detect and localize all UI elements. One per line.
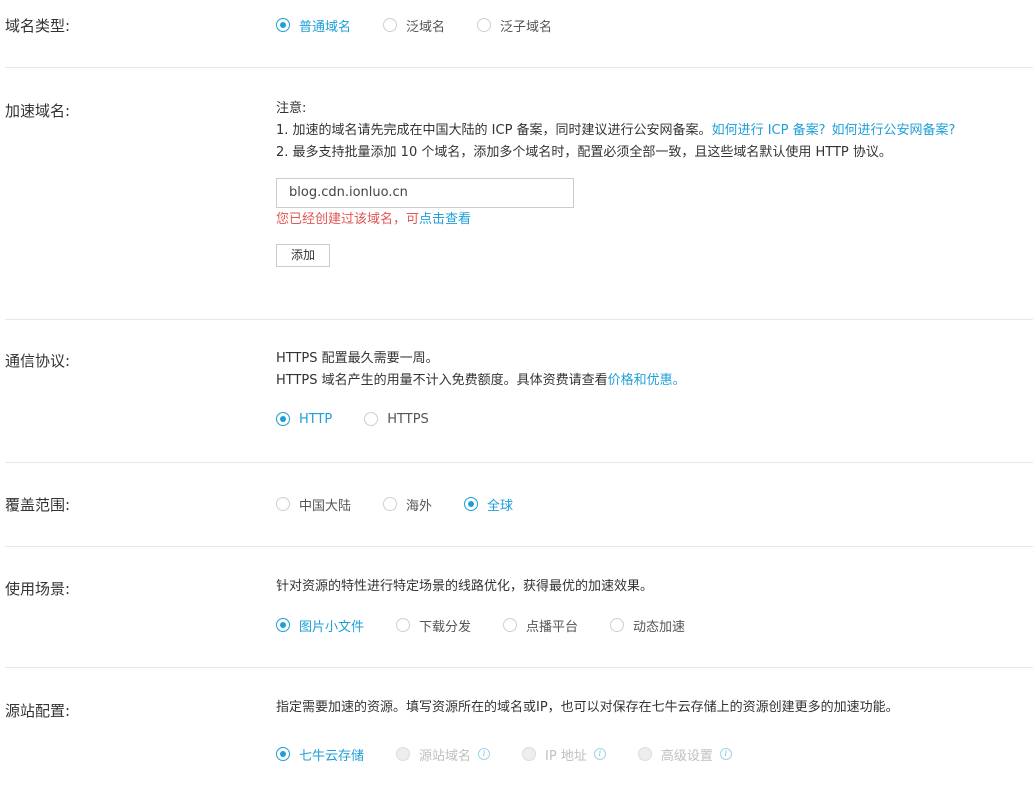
note-line-2: 2. 最多支持批量添加 10 个域名，添加多个域名时，配置必须全部一致，且这些域… (276, 145, 892, 160)
origin-label: 源站配置: (5, 702, 71, 720)
radio-qiniu-storage[interactable]: 七牛云存储 (276, 745, 364, 764)
radio-label: 源站域名 (419, 748, 472, 764)
radio-unchecked-icon (383, 18, 398, 32)
radio-disabled-icon (637, 747, 652, 761)
radio-label: 泛子域名 (500, 19, 553, 35)
domain-type-radio-group: 普通域名 泛域名 泛子域名 (276, 14, 1033, 36)
police-help-link[interactable]: 如何进行公安网备案? (831, 123, 955, 138)
radio-advanced-settings[interactable]: 高级设置 i (637, 745, 732, 764)
domain-type-label: 域名类型: (5, 17, 71, 35)
origin-description: 指定需要加速的资源。填写资源所在的域名或IP，也可以对保存在七牛云存储上的资源创… (276, 700, 899, 715)
radio-checked-icon (276, 412, 290, 426)
radio-wildcard-subdomain[interactable]: 泛子域名 (477, 16, 552, 35)
radio-http[interactable]: HTTP (276, 412, 332, 427)
protocol-radio-group: HTTP HTTPS (276, 408, 1033, 430)
accel-domain-section: 注意: 1. 加速的域名请先完成在中国大陆的 ICP 备案，同时建议进行公安网备… (276, 98, 1033, 267)
error-text: 您已经创建过该域名，可 (276, 212, 420, 227)
protocol-text: HTTPS 域名产生的用量不计入免费额度。具体资费请查看 (276, 373, 608, 388)
radio-unchecked-icon (383, 497, 398, 511)
radio-mainland-china[interactable]: 中国大陆 (276, 495, 351, 514)
domain-error-message: 您已经创建过该域名，可点击查看 (276, 209, 1033, 231)
origin-radio-group: 七牛云存储 源站域名 i IP 地址 i 高级设置 i (276, 743, 1033, 765)
radio-https[interactable]: HTTPS (364, 412, 429, 427)
radio-ip-address[interactable]: IP 地址 i (522, 745, 606, 764)
view-existing-link[interactable]: 点击查看 (419, 212, 471, 227)
radio-normal-domain[interactable]: 普通域名 (276, 16, 351, 35)
scenario-description: 针对资源的特性进行特定场景的线路优化，获得最优的加速效果。 (276, 579, 654, 594)
radio-label: HTTPS (387, 411, 429, 427)
domain-input[interactable]: blog.cdn.ionluo.cn (276, 178, 574, 208)
radio-vod[interactable]: 点播平台 (503, 616, 578, 635)
radio-wildcard-domain[interactable]: 泛域名 (383, 16, 445, 35)
note-text: 1. 加速的域名请先完成在中国大陆的 ICP 备案，同时建议进行公安网备案。 (276, 123, 712, 138)
radio-dynamic[interactable]: 动态加速 (610, 616, 685, 635)
radio-global[interactable]: 全球 (464, 495, 513, 514)
radio-download[interactable]: 下载分发 (396, 616, 471, 635)
radio-label: 海外 (406, 498, 433, 514)
note-line-1: 1. 加速的域名请先完成在中国大陆的 ICP 备案，同时建议进行公安网备案。如何… (276, 120, 1033, 142)
protocol-label: 通信协议: (5, 352, 71, 370)
icp-help-link[interactable]: 如何进行 ICP 备案? (712, 123, 826, 138)
radio-checked-icon (276, 618, 290, 632)
radio-checked-icon (276, 747, 290, 761)
radio-label: 中国大陆 (299, 498, 352, 514)
radio-overseas[interactable]: 海外 (383, 495, 432, 514)
radio-origin-domain[interactable]: 源站域名 i (396, 745, 491, 764)
radio-label: 下载分发 (419, 619, 472, 635)
coverage-label: 覆盖范围: (5, 496, 71, 514)
radio-checked-icon (464, 497, 479, 511)
accel-domain-label: 加速域名: (5, 102, 71, 120)
protocol-line-2: HTTPS 域名产生的用量不计入免费额度。具体资费请查看价格和优惠。 (276, 370, 1033, 392)
info-icon[interactable]: i (593, 748, 606, 760)
divider (5, 667, 1033, 668)
protocol-section: HTTPS 配置最久需要一周。 HTTPS 域名产生的用量不计入免费额度。具体资… (276, 348, 1033, 430)
radio-unchecked-icon (610, 618, 625, 632)
radio-label: 动态加速 (633, 619, 686, 635)
info-icon[interactable]: i (478, 748, 491, 760)
scenario-section: 针对资源的特性进行特定场景的线路优化，获得最优的加速效果。 图片小文件 下载分发… (276, 576, 1033, 636)
radio-unchecked-icon (396, 618, 411, 632)
add-domain-button[interactable]: 添加 (276, 244, 331, 267)
radio-disabled-icon (522, 747, 537, 761)
radio-unchecked-icon (477, 18, 492, 32)
radio-label: 图片小文件 (299, 619, 365, 635)
protocol-line-1: HTTPS 配置最久需要一周。 (276, 351, 439, 366)
radio-label: 全球 (487, 498, 514, 514)
radio-label: 高级设置 (660, 748, 713, 764)
radio-label: 泛域名 (406, 19, 446, 35)
radio-label: HTTP (299, 411, 333, 427)
radio-unchecked-icon (503, 618, 518, 632)
info-icon[interactable]: i (719, 748, 732, 760)
radio-label: IP 地址 (545, 748, 587, 764)
radio-label: 点播平台 (526, 619, 579, 635)
coverage-radio-group: 中国大陆 海外 全球 (276, 493, 1033, 515)
divider (5, 546, 1033, 547)
radio-disabled-icon (396, 747, 411, 761)
scenario-label: 使用场景: (5, 580, 71, 598)
radio-unchecked-icon (276, 497, 290, 511)
divider (5, 462, 1033, 463)
radio-checked-icon (276, 18, 290, 32)
radio-small-images[interactable]: 图片小文件 (276, 616, 364, 635)
pricing-link[interactable]: 价格和优惠。 (608, 373, 686, 388)
divider (5, 67, 1033, 68)
scenario-radio-group: 图片小文件 下载分发 点播平台 动态加速 (276, 614, 1033, 636)
divider (5, 319, 1033, 320)
note-title: 注意: (276, 101, 307, 116)
radio-label: 普通域名 (299, 19, 352, 35)
radio-unchecked-icon (364, 412, 379, 426)
radio-label: 七牛云存储 (299, 748, 365, 764)
origin-section: 指定需要加速的资源。填写资源所在的域名或IP，也可以对保存在七牛云存储上的资源创… (276, 697, 1033, 765)
